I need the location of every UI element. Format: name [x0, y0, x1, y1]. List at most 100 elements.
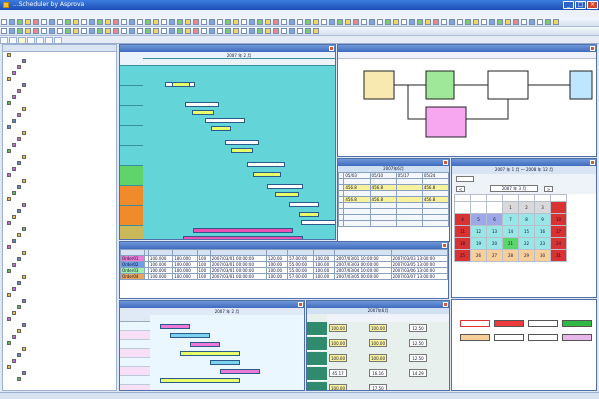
orders-cell[interactable]: 100.000: [172, 273, 198, 280]
small-gantt-bar[interactable]: [160, 324, 190, 329]
toolbar-button-icon[interactable]: [113, 19, 119, 25]
orders-cell[interactable]: Order04: [120, 273, 146, 280]
toolbar-button-icon[interactable]: [393, 19, 399, 25]
calendar-day-cell[interactable]: 5: [470, 213, 487, 226]
calendar-day-cell[interactable]: 23: [534, 237, 551, 250]
load-cell[interactable]: [343, 220, 371, 227]
resource-load-cell[interactable]: 45.17: [329, 369, 347, 377]
toolbar-button-icon[interactable]: [409, 19, 415, 25]
calendar-day-cell[interactable]: 22: [518, 237, 535, 250]
gantt-task-bar[interactable]: [267, 184, 303, 189]
load-cell[interactable]: [369, 220, 397, 227]
calendar-day-cell[interactable]: 11: [454, 225, 471, 238]
resource-load-cell[interactable]: 12.50: [409, 354, 427, 362]
toolbar-button-icon[interactable]: [257, 19, 263, 25]
legend-button[interactable]: [562, 334, 592, 341]
legend-button[interactable]: [460, 320, 490, 327]
toolbar-button-icon[interactable]: [281, 28, 287, 34]
toolbar-button-icon[interactable]: [377, 19, 383, 25]
orders-row[interactable]: Order04 100.000 100.000 100 2007/03/01 00:00…: [120, 273, 448, 280]
toolbar-button-icon[interactable]: [129, 19, 135, 25]
load-table-window[interactable]: 2007年6月 05/03 05/10 05/17 05/24 456.8 456.8 45…: [337, 158, 450, 242]
legend-button[interactable]: [562, 320, 592, 327]
orders-cell[interactable]: 2007/03/07 13:00:00: [390, 273, 448, 280]
gantt-task-bar[interactable]: [247, 162, 285, 167]
gantt-task-bar[interactable]: [231, 148, 253, 153]
resource-load-cell[interactable]: 16.16: [369, 369, 387, 377]
calendar-day-cell[interactable]: [454, 201, 471, 214]
toolbar-button-icon[interactable]: [25, 19, 31, 25]
toolbar-button-icon[interactable]: [9, 28, 15, 34]
toolbar-button-icon[interactable]: [73, 28, 79, 34]
calendar-day-cell[interactable]: 25: [454, 249, 471, 262]
toolbar-button-icon[interactable]: [361, 19, 367, 25]
toolbar-button-icon[interactable]: [169, 28, 175, 34]
toolbar-button-icon[interactable]: [17, 28, 23, 34]
toolbar-button-icon[interactable]: [537, 19, 543, 25]
toolbar-button-icon[interactable]: [153, 28, 159, 34]
calendar-day-cell[interactable]: 9: [534, 213, 551, 226]
gantt-task-bar[interactable]: [205, 118, 245, 123]
toolbar-button-icon[interactable]: [185, 19, 191, 25]
toolbar-button-icon[interactable]: [49, 19, 55, 25]
resource-load-cell[interactable]: 100.00: [329, 324, 347, 332]
toolbar-button-icon[interactable]: [417, 19, 423, 25]
toolbar-button-icon[interactable]: [457, 19, 463, 25]
gantt-task-bar[interactable]: [193, 228, 293, 233]
toolbar-button-icon[interactable]: [169, 19, 175, 25]
orders-cell[interactable]: 100.00: [313, 273, 336, 280]
toolbar-button-icon[interactable]: [65, 28, 71, 34]
resource-load-cell[interactable]: 100.00: [369, 324, 387, 332]
toolbar-button-icon[interactable]: [513, 19, 519, 25]
resource-load-cell[interactable]: 100.00: [369, 354, 387, 362]
calendar-day-cell[interactable]: 27: [486, 249, 503, 262]
gantt-window[interactable]: 2007 年 2 月: [119, 44, 336, 240]
toolbar-button-icon[interactable]: [97, 19, 103, 25]
calendar-day-cell[interactable]: 12: [470, 225, 487, 238]
toolbar-button-icon[interactable]: [321, 19, 327, 25]
resource-load-cell[interactable]: 12.50: [409, 339, 427, 347]
gantt-task-bar[interactable]: [253, 172, 281, 177]
toolbar-button-icon[interactable]: [225, 19, 231, 25]
legend-button[interactable]: [528, 334, 558, 341]
toolbar-button-icon[interactable]: [89, 28, 95, 34]
toolbar-button-icon[interactable]: [81, 19, 87, 25]
toolbar-button-icon[interactable]: [153, 19, 159, 25]
toolbar-button-icon[interactable]: [193, 19, 199, 25]
toolbar-button-icon[interactable]: [401, 19, 407, 25]
toolbar-button-icon[interactable]: [33, 28, 39, 34]
network-window[interactable]: [337, 44, 597, 157]
calendar-window[interactable]: 2007 年 1 月 〜 2008 年 12 月 < 2007 年 3 月 > …: [451, 158, 597, 298]
toolbar-button-icon[interactable]: [121, 19, 127, 25]
toolbar-button-icon[interactable]: [305, 28, 311, 34]
small-gantt-bar[interactable]: [160, 378, 240, 383]
toolbar-button-icon[interactable]: [209, 28, 215, 34]
toolbar-button-icon[interactable]: [297, 28, 303, 34]
toolbar-button-icon[interactable]: [161, 19, 167, 25]
toolbar-button-icon[interactable]: [41, 19, 47, 25]
orders-cell[interactable]: 2007/03/05 00:00:00: [334, 273, 392, 280]
toolbar-button-icon[interactable]: [337, 19, 343, 25]
toolbar-button-icon[interactable]: [497, 19, 503, 25]
toolbar-button-icon[interactable]: [9, 19, 15, 25]
calendar-day-cell[interactable]: 24: [550, 237, 567, 250]
toolbar-button-icon[interactable]: [449, 19, 455, 25]
toolbar-button-icon[interactable]: [137, 19, 143, 25]
close-icon[interactable]: [329, 46, 334, 51]
toolbar-button-icon[interactable]: [441, 19, 447, 25]
calendar-day-cell[interactable]: 19: [470, 237, 487, 250]
toolbar-button-icon[interactable]: [161, 28, 167, 34]
toolbar-button-icon[interactable]: [265, 19, 271, 25]
toolbar-button-icon[interactable]: [505, 19, 511, 25]
document-tab[interactable]: [27, 37, 35, 43]
toolbar-button-icon[interactable]: [193, 28, 199, 34]
close-icon[interactable]: [590, 160, 595, 165]
toolbar-button-icon[interactable]: [65, 19, 71, 25]
toolbar-button-icon[interactable]: [385, 19, 391, 25]
document-tab[interactable]: [45, 37, 53, 43]
toolbar-button-icon[interactable]: [249, 19, 255, 25]
orders-window[interactable]: Order01 100.000 100.000 100 2007/03/01 00:00…: [119, 241, 449, 299]
resource-grid[interactable]: 100.00 100.00 12.50 100.00 100.00 12.50 100.00…: [307, 314, 449, 390]
calendar-day-cell[interactable]: 29: [518, 249, 535, 262]
close-icon[interactable]: [442, 243, 447, 248]
